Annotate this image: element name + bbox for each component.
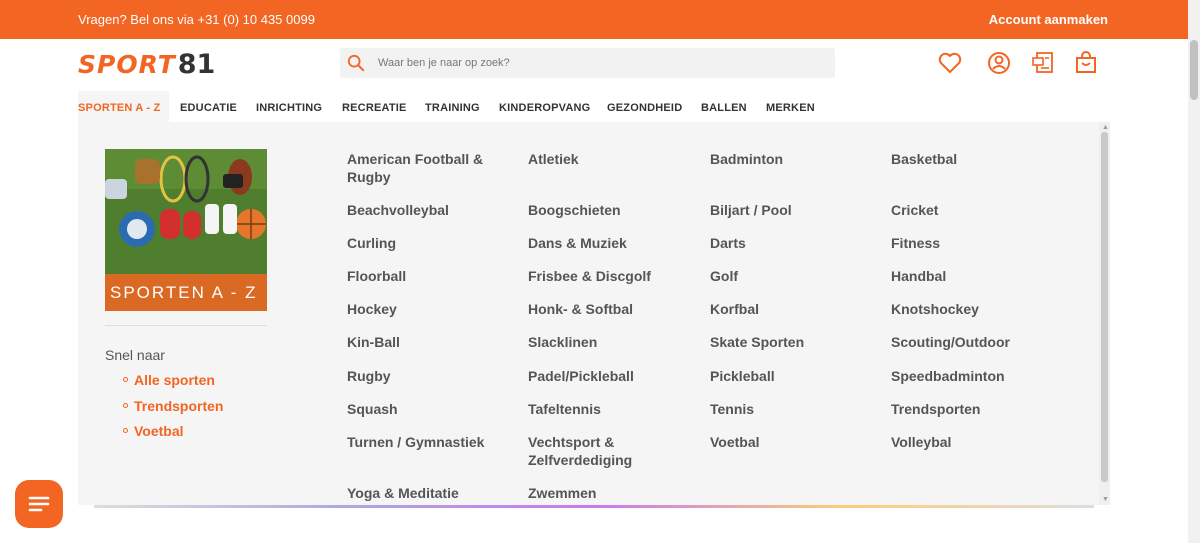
sport-link[interactable]: American Football & Rugby xyxy=(347,150,502,186)
sport81-logo[interactable]: SPORT 81 xyxy=(78,49,215,80)
create-account-link[interactable]: Account aanmaken xyxy=(989,12,1108,27)
sport-link[interactable]: Biljart / Pool xyxy=(710,201,792,219)
divider xyxy=(105,325,267,326)
nav-kinderopvang[interactable]: KINDEROPVANG xyxy=(499,91,590,122)
heart-icon[interactable] xyxy=(937,50,963,76)
sport-link[interactable]: Dans & Muziek xyxy=(528,234,627,252)
sport-link[interactable]: Zwemmen xyxy=(528,484,596,502)
sport-link[interactable]: Cricket xyxy=(891,201,938,219)
sport-link[interactable]: Skate Sporten xyxy=(710,333,804,351)
quick-link-alle-sporten[interactable]: Alle sporten xyxy=(123,372,215,388)
quote-icon[interactable] xyxy=(1031,50,1057,76)
sport-link[interactable]: Atletiek xyxy=(528,150,579,168)
sport-link[interactable]: Pickleball xyxy=(710,367,775,385)
sport-link[interactable]: Honk- & Softbal xyxy=(528,300,633,318)
sport-link[interactable]: Speedbadminton xyxy=(891,367,1005,385)
sport-link[interactable]: Curling xyxy=(347,234,396,252)
sport-link[interactable]: Turnen / Gymnastiek xyxy=(347,433,484,451)
sport-link[interactable]: Vechtsport & Zelfverdediging xyxy=(528,433,648,469)
cart-icon[interactable] xyxy=(1073,50,1099,76)
sport-link[interactable]: Voetbal xyxy=(710,433,760,451)
sport-link[interactable]: Korfbal xyxy=(710,300,759,318)
sport-link[interactable]: Volleybal xyxy=(891,433,951,451)
search-icon[interactable] xyxy=(347,54,365,72)
nav-merken[interactable]: MERKEN xyxy=(766,91,815,122)
quick-link-voetbal[interactable]: Voetbal xyxy=(123,423,184,439)
sport-link[interactable]: Boogschieten xyxy=(528,201,621,219)
nav-educatie[interactable]: EDUCATIE xyxy=(180,91,237,122)
page-scrollbar-thumb[interactable] xyxy=(1190,40,1198,100)
top-bar: Vragen? Bel ons via +31 (0) 10 435 0099 … xyxy=(0,0,1188,39)
quick-link-trendsporten[interactable]: Trendsporten xyxy=(123,398,223,414)
sport-link[interactable]: Hockey xyxy=(347,300,397,318)
sport-link[interactable]: Darts xyxy=(710,234,746,252)
scroll-down-icon[interactable]: ▼ xyxy=(1102,496,1109,503)
page-scrollbar[interactable] xyxy=(1188,0,1200,543)
search-input[interactable] xyxy=(378,48,818,78)
bullet-icon xyxy=(123,402,128,408)
sporten-promo-image[interactable]: SPORTEN A - Z xyxy=(105,149,267,311)
sport-link[interactable]: Squash xyxy=(347,400,398,418)
bullet-icon xyxy=(123,376,128,382)
sport-link[interactable]: Tafeltennis xyxy=(528,400,601,418)
sport-link[interactable]: Rugby xyxy=(347,367,391,385)
promo-label: SPORTEN A - Z xyxy=(110,283,258,302)
scrollbar-thumb[interactable] xyxy=(1101,132,1108,482)
phone-contact[interactable]: Vragen? Bel ons via +31 (0) 10 435 0099 xyxy=(78,12,315,27)
nav-training[interactable]: TRAINING xyxy=(425,91,480,122)
sport-link[interactable]: Floorball xyxy=(347,267,406,285)
mega-menu-scrollbar[interactable]: ▲ ▼ xyxy=(1099,122,1110,505)
sport-link[interactable]: Padel/Pickleball xyxy=(528,367,634,385)
sport-link[interactable]: Scouting/Outdoor xyxy=(891,333,1010,351)
sport-link[interactable]: Slacklinen xyxy=(528,333,597,351)
nav-sporten-a-z[interactable]: SPORTEN A - Z xyxy=(78,91,169,122)
sport-link[interactable]: Badminton xyxy=(710,150,783,168)
sport-link[interactable]: Yoga & Meditatie xyxy=(347,484,459,502)
nav-recreatie[interactable]: RECREATIE xyxy=(342,91,407,122)
nav-inrichting[interactable]: INRICHTING xyxy=(256,91,322,122)
chat-icon xyxy=(28,496,50,512)
sport-link[interactable]: Beachvolleybal xyxy=(347,201,449,219)
main-navigation: SPORTEN A - Z EDUCATIE INRICHTING RECREA… xyxy=(0,91,1188,122)
site-header: SPORT 81 SPORTEN A - Z EDUCATIE INRICHTI… xyxy=(0,39,1188,122)
search-bar xyxy=(340,48,835,78)
sport-link[interactable]: Kin-Ball xyxy=(347,333,400,351)
nav-ballen[interactable]: BALLEN xyxy=(701,91,747,122)
sport-link[interactable]: Handbal xyxy=(891,267,946,285)
sport-link[interactable]: Tennis xyxy=(710,400,754,418)
sport-link[interactable]: Basketbal xyxy=(891,150,957,168)
sport-link[interactable]: Golf xyxy=(710,267,738,285)
sport-link[interactable]: Fitness xyxy=(891,234,940,252)
sport-link[interactable]: Knotshockey xyxy=(891,300,979,318)
quick-links-title: Snel naar xyxy=(105,347,165,363)
chat-button[interactable] xyxy=(15,480,63,528)
nav-gezondheid[interactable]: GEZONDHEID xyxy=(607,91,682,122)
sport-link[interactable]: Trendsporten xyxy=(891,400,980,418)
user-icon[interactable] xyxy=(986,50,1012,76)
sport-link[interactable]: Frisbee & Discgolf xyxy=(528,267,651,285)
bullet-icon xyxy=(123,427,128,433)
scroll-up-icon[interactable]: ▲ xyxy=(1102,124,1109,131)
mega-menu-panel: SPORTEN A - Z Snel naar Alle sporten Tre… xyxy=(78,122,1110,505)
banner-edge xyxy=(94,505,1094,508)
